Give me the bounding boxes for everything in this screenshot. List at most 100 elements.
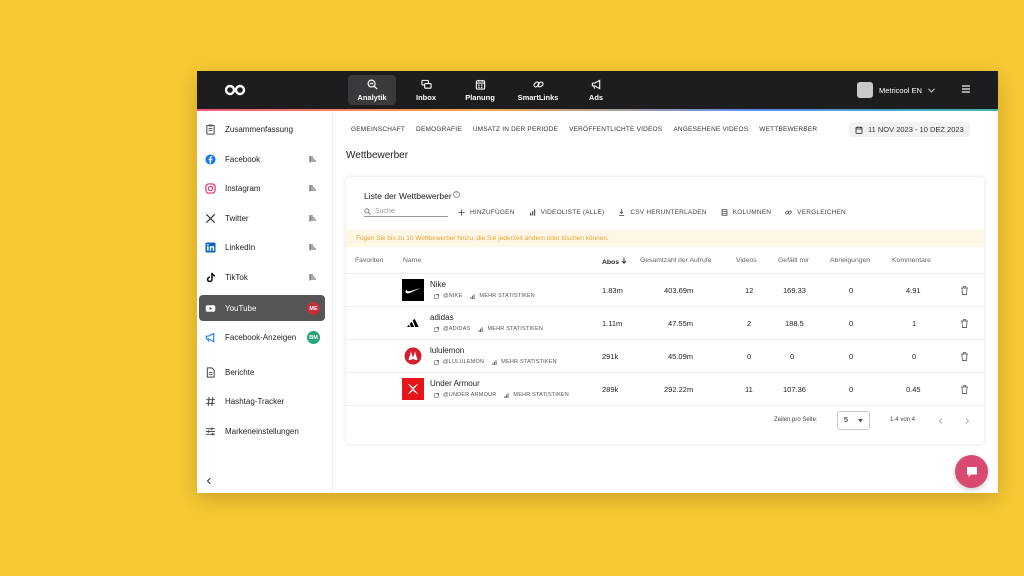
more-stats-link[interactable]: MEHR STATISTIKEN: [470, 293, 535, 299]
date-range-picker[interactable]: 11 NOV 2023 - 10 DEZ 2023: [849, 122, 970, 137]
column-header-abos[interactable]: Abos: [602, 257, 627, 266]
caret-down-icon: [858, 419, 863, 423]
search-input[interactable]: [375, 208, 445, 215]
sidebar-item-facebook-anzeigen[interactable]: Facebook-Anzeigen BM: [199, 324, 325, 350]
sidebar-item-youtube[interactable]: YouTube ME: [199, 295, 325, 321]
sidebar-item-markeneinstellungen[interactable]: Markeneinstellungen: [199, 418, 325, 444]
more-stats-link[interactable]: MEHR STATISTIKEN: [504, 392, 569, 398]
bars-icon[interactable]: [309, 273, 317, 281]
app-window: Analytik Inbox Planung SmartLinks Ads Me…: [197, 71, 998, 493]
competitor-links: @LULULEMON MEHR STATISTIKEN: [434, 359, 565, 365]
sidebar-item-label: TikTok: [225, 272, 248, 282]
cell-likes: 107.36: [783, 385, 806, 394]
tool-label: VIDEOLISTE (ALLE): [540, 208, 605, 216]
more-stats-label: MEHR STATISTIKEN: [513, 392, 569, 398]
nav-smartlinks[interactable]: SmartLinks: [510, 75, 566, 105]
more-stats-link[interactable]: MEHR STATISTIKEN: [492, 359, 557, 365]
download-icon: [619, 208, 625, 216]
table-divider: [346, 405, 984, 406]
tab-angesehene-videos[interactable]: ANGESEHENE VIDEOS: [673, 126, 748, 133]
channel-link[interactable]: @NIKE: [434, 293, 462, 299]
column-header-aufrufe[interactable]: Gesamtzahl der Aufrufe: [640, 257, 711, 264]
sidebar-item-zusammenfassung[interactable]: Zusammenfassung: [199, 116, 325, 142]
chat-button[interactable]: [955, 455, 988, 488]
trash-icon[interactable]: [960, 385, 969, 394]
sidebar-item-instagram[interactable]: Instagram: [199, 175, 325, 201]
cell-likes: 169.33: [783, 286, 806, 295]
sidebar-item-tiktok[interactable]: TikTok: [199, 264, 325, 290]
metricool-logo-icon[interactable]: [223, 81, 247, 99]
cell-videos: 11: [745, 385, 753, 394]
table-row: Under Armour @UNDER ARMOUR MEHR STATISTI…: [346, 372, 984, 405]
nav-analytik[interactable]: Analytik: [348, 75, 396, 105]
external-link-icon: [434, 359, 439, 365]
help-icon[interactable]: ?: [452, 191, 460, 198]
external-link-icon: [434, 392, 439, 398]
nav-ads[interactable]: Ads: [572, 75, 620, 105]
download-csv-button[interactable]: CSV HERUNTERLADEN: [618, 208, 707, 216]
tab-veroeffentlichte-videos[interactable]: VERÖFFENTLICHTE VIDEOS: [569, 126, 662, 133]
sidebar-item-label: YouTube: [225, 303, 257, 313]
channel-link[interactable]: @UNDER ARMOUR: [434, 392, 496, 398]
cell-views: 292.22m: [664, 385, 694, 394]
channel-link[interactable]: @ADIDAS: [434, 326, 470, 332]
cell-dislikes: 0: [849, 319, 854, 328]
column-header-name[interactable]: Name: [403, 257, 421, 264]
tab-demografie[interactable]: DEMOGRAFIE: [416, 126, 462, 133]
arrow-down-icon: [621, 257, 627, 264]
tab-wettbewerber[interactable]: WETTBEWERBER: [759, 126, 817, 133]
video-list-button[interactable]: VIDEOLISTE (ALLE): [529, 209, 605, 216]
instagram-icon: [204, 182, 216, 194]
bars-icon[interactable]: [309, 214, 317, 222]
cell-videos: 12: [745, 286, 754, 295]
trash-icon[interactable]: [960, 286, 969, 295]
cell-views: 45.09m: [668, 352, 694, 361]
compare-button[interactable]: VERGLEICHEN: [785, 209, 846, 216]
nav-planung[interactable]: Planung: [456, 75, 504, 105]
sidebar-item-label: Berichte: [225, 367, 255, 377]
facebook-ads-icon: [204, 331, 216, 343]
column-header-abneigungen[interactable]: Abneigungen: [830, 257, 870, 264]
nav-label: Ads: [588, 92, 604, 102]
sidebar-item-linkedin[interactable]: LinkedIn: [199, 234, 325, 260]
more-stats-link[interactable]: MEHR STATISTIKEN: [478, 326, 543, 332]
trash-icon[interactable]: [960, 319, 969, 328]
sidebar-item-label: Hashtag-Tracker: [225, 396, 285, 406]
cell-comments: 0: [912, 352, 917, 361]
add-competitor-button[interactable]: HINZUFÜGEN: [458, 209, 515, 216]
chevron-left-icon[interactable]: [205, 477, 213, 485]
trash-icon[interactable]: [960, 352, 969, 361]
hashtag-icon: [204, 395, 216, 407]
channel-link[interactable]: @LULULEMON: [434, 359, 484, 365]
rows-per-page-select[interactable]: 5: [837, 411, 870, 430]
tab-umsatz[interactable]: UMSATZ IN DER PERIODE: [473, 126, 558, 133]
bars-icon[interactable]: [309, 184, 317, 192]
columns-button[interactable]: KOLUMNEN: [721, 209, 771, 216]
sidebar-item-facebook[interactable]: Facebook: [199, 146, 325, 172]
column-header-gefaellt-mir[interactable]: Gefällt mir: [778, 257, 809, 264]
chevron-right-icon[interactable]: [964, 418, 970, 424]
nav-label: Inbox: [416, 92, 436, 102]
nav-label: Planung: [465, 92, 495, 102]
tab-gemeinschaft[interactable]: GEMEINSCHAFT: [351, 126, 405, 133]
column-header-videos[interactable]: Videos: [736, 257, 757, 264]
competitor-links: @NIKE MEHR STATISTIKEN: [434, 293, 543, 299]
hamburger-menu-icon[interactable]: [961, 84, 971, 94]
sidebar-item-hashtag-tracker[interactable]: Hashtag-Tracker: [199, 388, 325, 414]
analytics-icon: [367, 79, 378, 90]
bars-icon[interactable]: [309, 155, 317, 163]
bars-icon[interactable]: [309, 243, 317, 251]
cell-videos: 2: [747, 319, 752, 328]
cell-abos: 1.11m: [602, 319, 623, 328]
account-menu[interactable]: Metricool EN: [857, 82, 935, 98]
chevron-left-icon[interactable]: [938, 418, 944, 424]
nav-inbox[interactable]: Inbox: [402, 75, 450, 105]
column-header-kommentare[interactable]: Kommentare: [892, 257, 931, 264]
column-header-favoriten[interactable]: Favoriten: [355, 257, 383, 264]
cell-dislikes: 0: [849, 385, 854, 394]
cell-comments: 0.45: [906, 385, 921, 394]
tool-label: KOLUMNEN: [732, 208, 772, 216]
main-nav: Analytik Inbox Planung SmartLinks Ads: [348, 75, 620, 105]
sidebar-item-twitter[interactable]: Twitter: [199, 205, 325, 231]
sidebar-item-berichte[interactable]: Berichte: [199, 359, 325, 385]
